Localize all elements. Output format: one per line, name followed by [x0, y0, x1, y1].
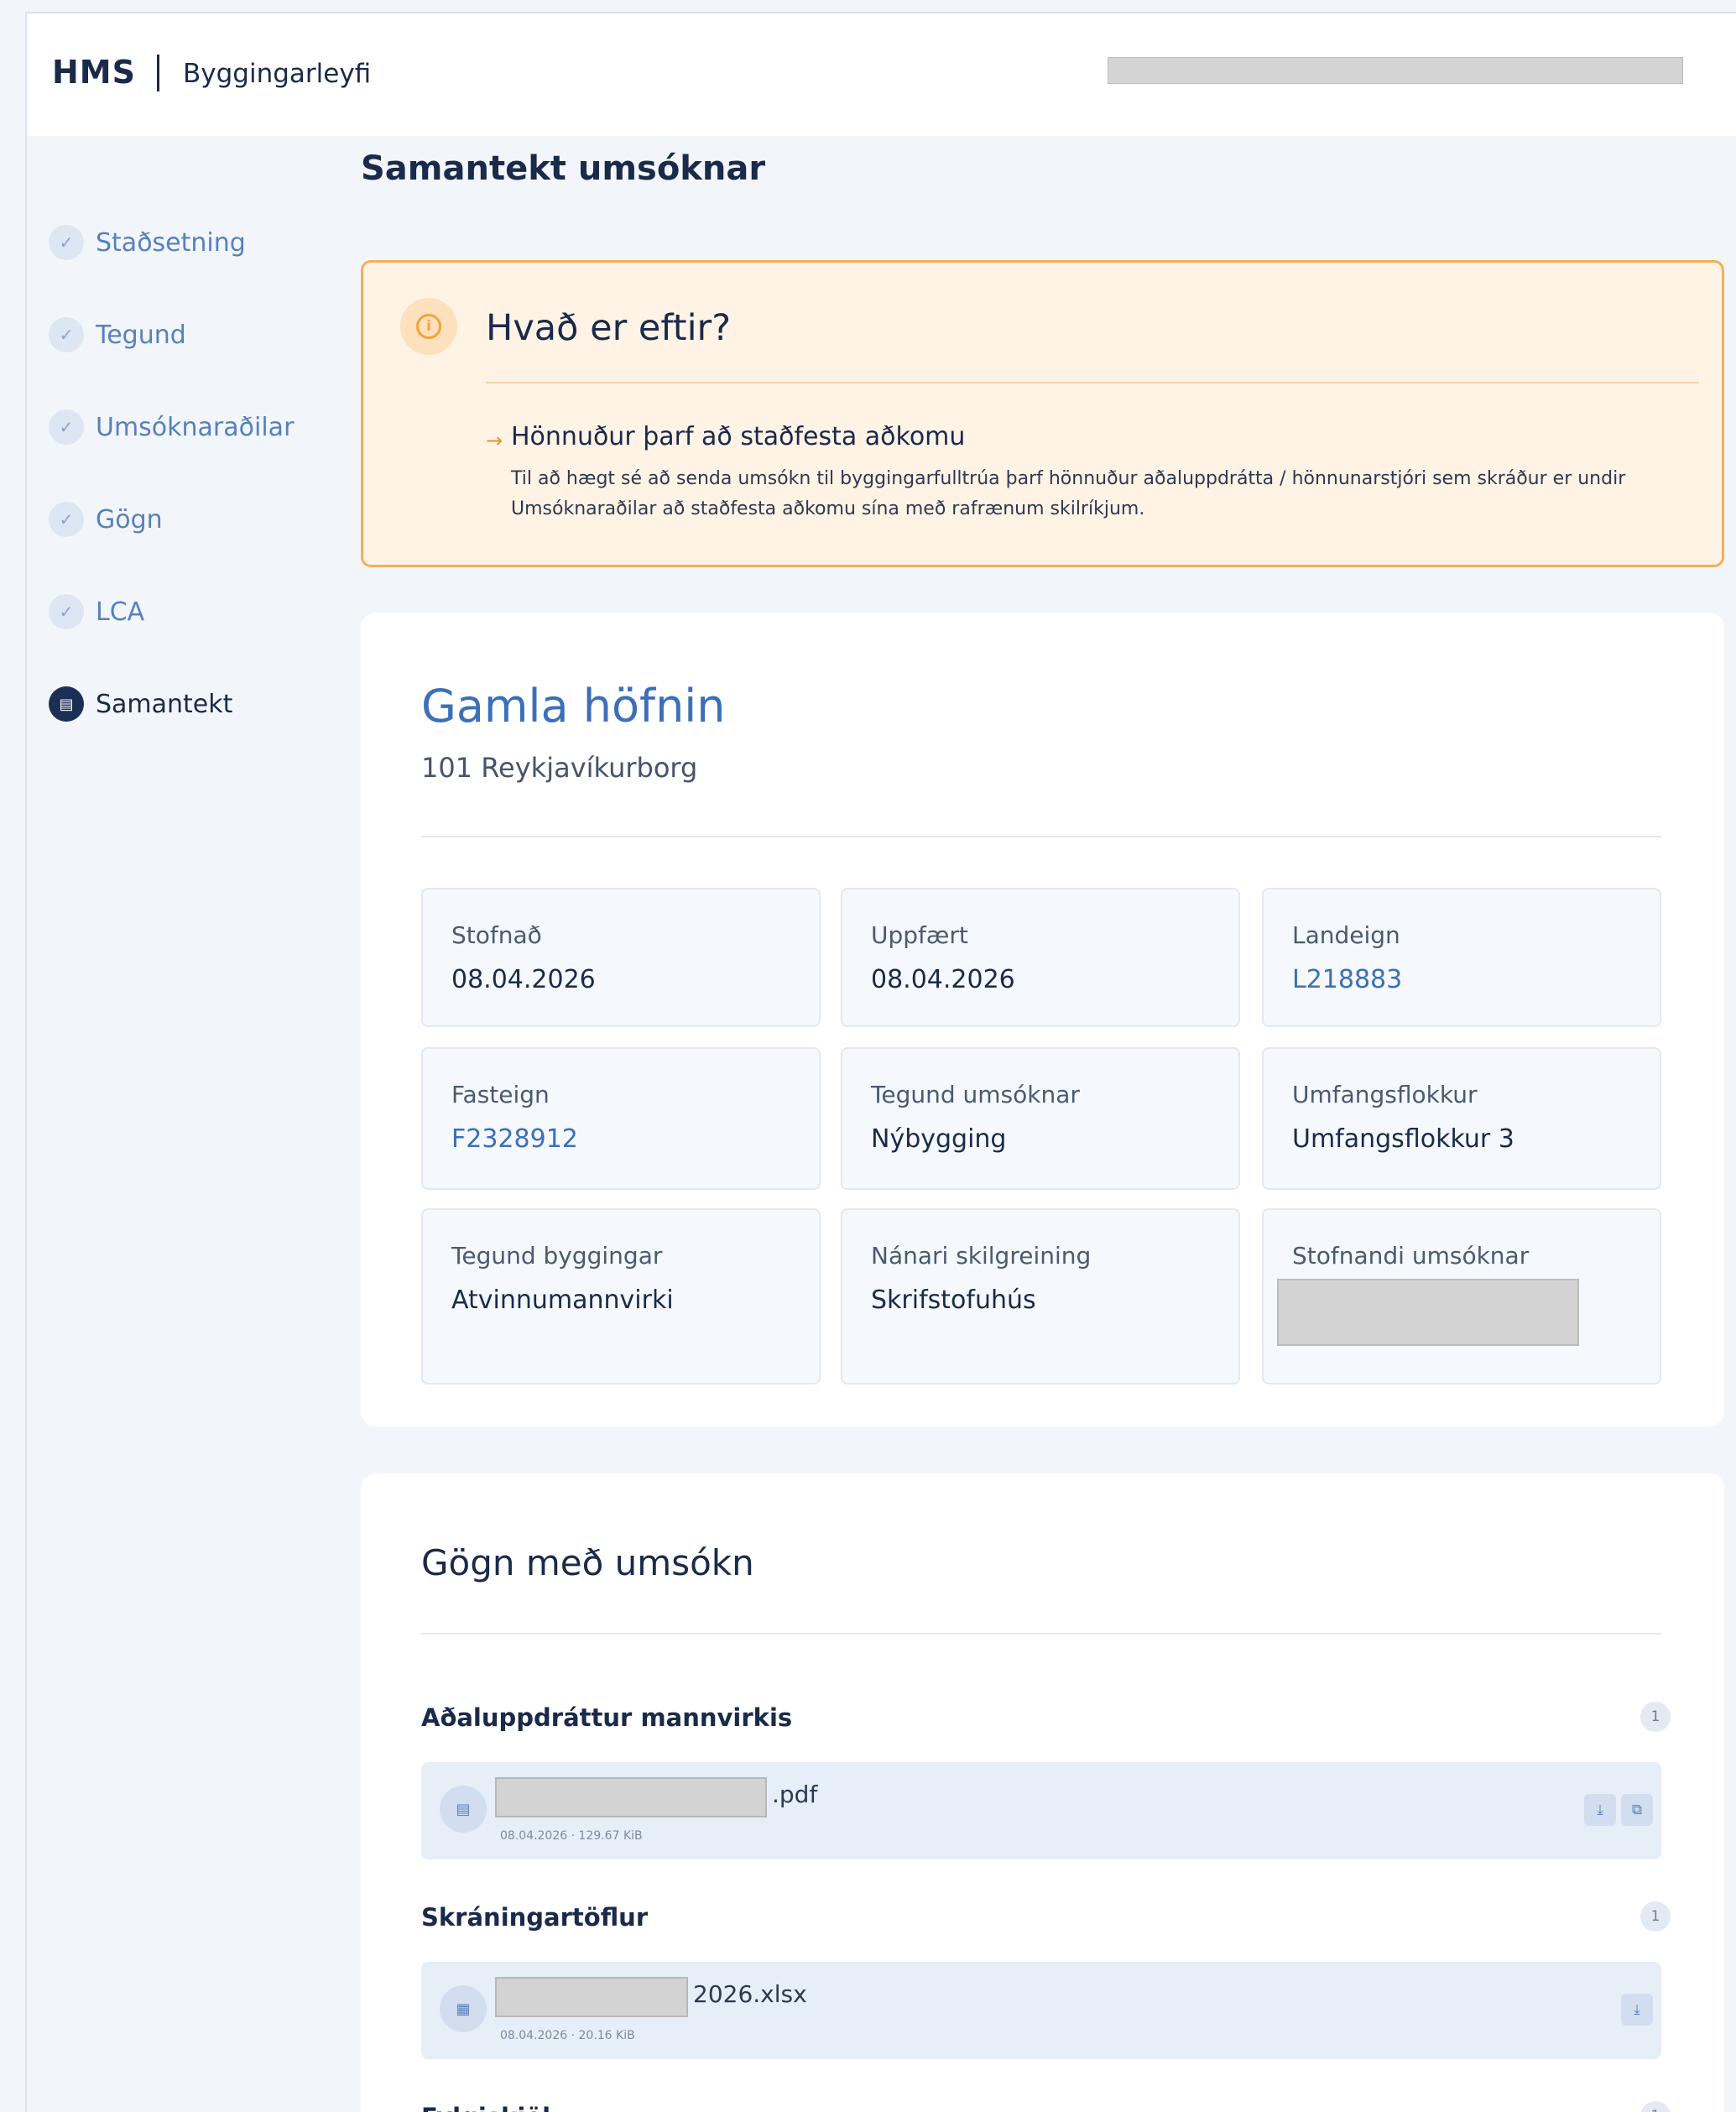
location-name: Gamla höfnin — [421, 680, 726, 733]
redacted-filename — [495, 1977, 688, 2017]
download-icon[interactable]: ⤓ — [1584, 1794, 1616, 1826]
tile-value: Skrifstofuhús — [871, 1285, 1036, 1315]
file-meta: 08.04.2026 · 129.67 KiB — [500, 1829, 643, 1843]
sidebar-step-gogn[interactable]: ✓ Gögn — [49, 498, 163, 540]
file-meta: 08.04.2026 · 20.16 KiB — [500, 2029, 635, 2042]
doc-group-title: Fylgiskjöl — [421, 2103, 550, 2112]
alert-divider — [486, 382, 1699, 383]
top-header: HMS Byggingarleyfi — [27, 13, 1736, 136]
info-tile-uppfaert: Uppfært 08.04.2026 — [841, 888, 1240, 1027]
alert-item-text: Til að hægt sé að senda umsókn til byggi… — [511, 468, 1626, 519]
step-label: Samantekt — [96, 689, 233, 719]
open-external-icon[interactable]: ⧉ — [1621, 1794, 1653, 1826]
info-icon: i — [400, 298, 457, 355]
tile-label: Nánari skilgreining — [871, 1242, 1092, 1270]
info-tile-tegund-umsoknar: Tegund umsóknar Nýbygging — [841, 1047, 1240, 1190]
sidebar-step-tegund[interactable]: ✓ Tegund — [49, 314, 186, 356]
tile-label: Tegund byggingar — [451, 1242, 663, 1270]
remaining-tasks-alert: i Hvað er eftir? → Hönnuður þarf að stað… — [361, 260, 1724, 567]
info-tile-stofnad: Stofnað 08.04.2026 — [421, 888, 821, 1027]
check-icon: ✓ — [49, 225, 84, 260]
tile-label: Uppfært — [871, 921, 968, 949]
logo-divider — [157, 55, 159, 91]
document-row[interactable]: ▤ .pdf 08.04.2026 · 129.67 KiB ⤓ ⧉ — [421, 1762, 1661, 1859]
arrow-right-icon: → — [486, 429, 503, 452]
redacted-creator — [1277, 1279, 1579, 1346]
card-divider — [421, 836, 1661, 837]
app-frame: HMS Byggingarleyfi ✓ Staðsetning ✓ Tegun… — [25, 12, 1736, 2112]
doc-count-badge: 1 — [1640, 2101, 1671, 2112]
tile-value: 08.04.2026 — [871, 965, 1015, 994]
tile-label: Umfangsflokkur — [1292, 1081, 1478, 1108]
tile-value: Nýbygging — [871, 1124, 1007, 1154]
alert-item-title: Hönnuður þarf að staðfesta aðkomu — [511, 422, 966, 451]
tile-label: Stofnað — [451, 921, 542, 949]
doc-count-badge: 1 — [1640, 1901, 1671, 1932]
page-title: Samantekt umsóknar — [361, 149, 766, 188]
tile-label: Stofnandi umsóknar — [1292, 1242, 1530, 1270]
documents-card: Gögn með umsókn Aðaluppdráttur mannvirki… — [361, 1473, 1724, 2112]
check-icon: ✓ — [49, 594, 84, 629]
download-icon[interactable]: ⤓ — [1621, 1994, 1653, 2026]
tile-label: Landeign — [1292, 921, 1400, 949]
app-title: Byggingarleyfi — [183, 59, 372, 89]
card-divider — [421, 1633, 1661, 1635]
tile-value: Umfangsflokkur 3 — [1292, 1124, 1514, 1154]
info-tile-umfangsflokkur: Umfangsflokkur Umfangsflokkur 3 — [1262, 1047, 1661, 1190]
tile-label: Fasteign — [451, 1081, 550, 1108]
spreadsheet-file-icon: ▦ — [440, 1985, 487, 2032]
doc-count-badge: 1 — [1640, 1702, 1671, 1732]
doc-group-title: Skráningartöflur — [421, 1903, 649, 1932]
step-label: Tegund — [96, 320, 186, 350]
landeign-link[interactable]: L218883 — [1292, 965, 1402, 994]
location-postal: 101 Reykjavíkurborg — [421, 752, 698, 784]
tile-label: Tegund umsóknar — [871, 1081, 1080, 1108]
sidebar-step-lca[interactable]: ✓ LCA — [49, 591, 144, 633]
sidebar-step-stadsetning[interactable]: ✓ Staðsetning — [49, 222, 246, 263]
info-tile-stofnandi: Stofnandi umsóknar — [1262, 1208, 1661, 1385]
redacted-filename — [495, 1777, 767, 1817]
step-label: Staðsetning — [96, 227, 246, 258]
info-tile-tegund-byggingar: Tegund byggingar Atvinnumannvirki — [421, 1208, 821, 1385]
tile-value: Atvinnumannvirki — [451, 1285, 674, 1315]
step-label: LCA — [96, 597, 145, 627]
document-icon: ▤ — [49, 686, 84, 722]
doc-group-title: Aðaluppdráttur mannvirkis — [421, 1703, 793, 1732]
application-summary-card: Gamla höfnin 101 Reykjavíkurborg Stofnað… — [361, 613, 1724, 1426]
info-tile-fasteign: Fasteign F2328912 — [421, 1047, 821, 1190]
sidebar-step-samantekt[interactable]: ▤ Samantekt — [49, 683, 232, 725]
check-icon: ✓ — [49, 317, 84, 352]
sidebar-step-umsoknaradilar[interactable]: ✓ Umsóknaraðilar — [49, 406, 294, 448]
pdf-file-icon: ▤ — [440, 1786, 487, 1833]
file-extension: 2026.xlsx — [693, 1980, 807, 2008]
fasteign-link[interactable]: F2328912 — [451, 1124, 578, 1154]
info-tile-landeign: Landeign L218883 — [1262, 888, 1661, 1027]
check-icon: ✓ — [49, 409, 84, 445]
file-extension: .pdf — [772, 1781, 818, 1808]
check-icon: ✓ — [49, 502, 84, 537]
document-row[interactable]: ▦ 2026.xlsx 08.04.2026 · 20.16 KiB ⤓ — [421, 1962, 1661, 2059]
alert-title: Hvað er eftir? — [486, 307, 732, 349]
documents-title: Gögn með umsókn — [421, 1542, 754, 1583]
step-label: Umsóknaraðilar — [96, 412, 295, 442]
redacted-user-area — [1108, 57, 1683, 84]
hms-logo[interactable]: HMS — [52, 54, 136, 91]
tile-value: 08.04.2026 — [451, 965, 596, 994]
info-tile-nanari-skilgreining: Nánari skilgreining Skrifstofuhús — [841, 1208, 1240, 1385]
step-label: Gögn — [96, 504, 163, 535]
